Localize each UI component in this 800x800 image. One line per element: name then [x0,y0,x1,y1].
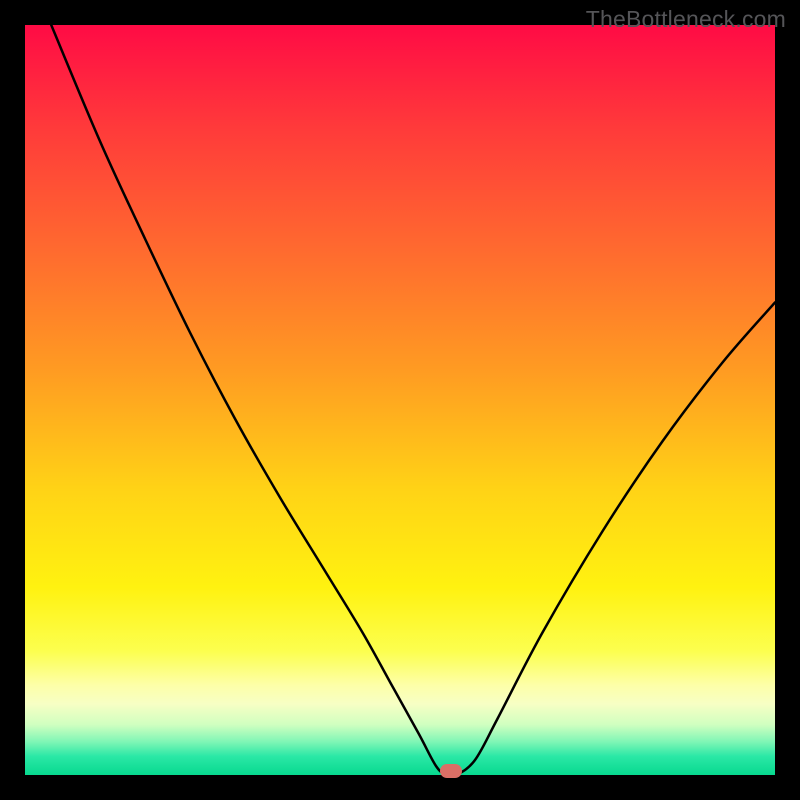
bottleneck-curve [25,25,775,775]
min-marker [440,764,462,778]
watermark-text: TheBottleneck.com [586,6,786,33]
plot-area [25,25,775,775]
chart-frame: TheBottleneck.com [0,0,800,800]
